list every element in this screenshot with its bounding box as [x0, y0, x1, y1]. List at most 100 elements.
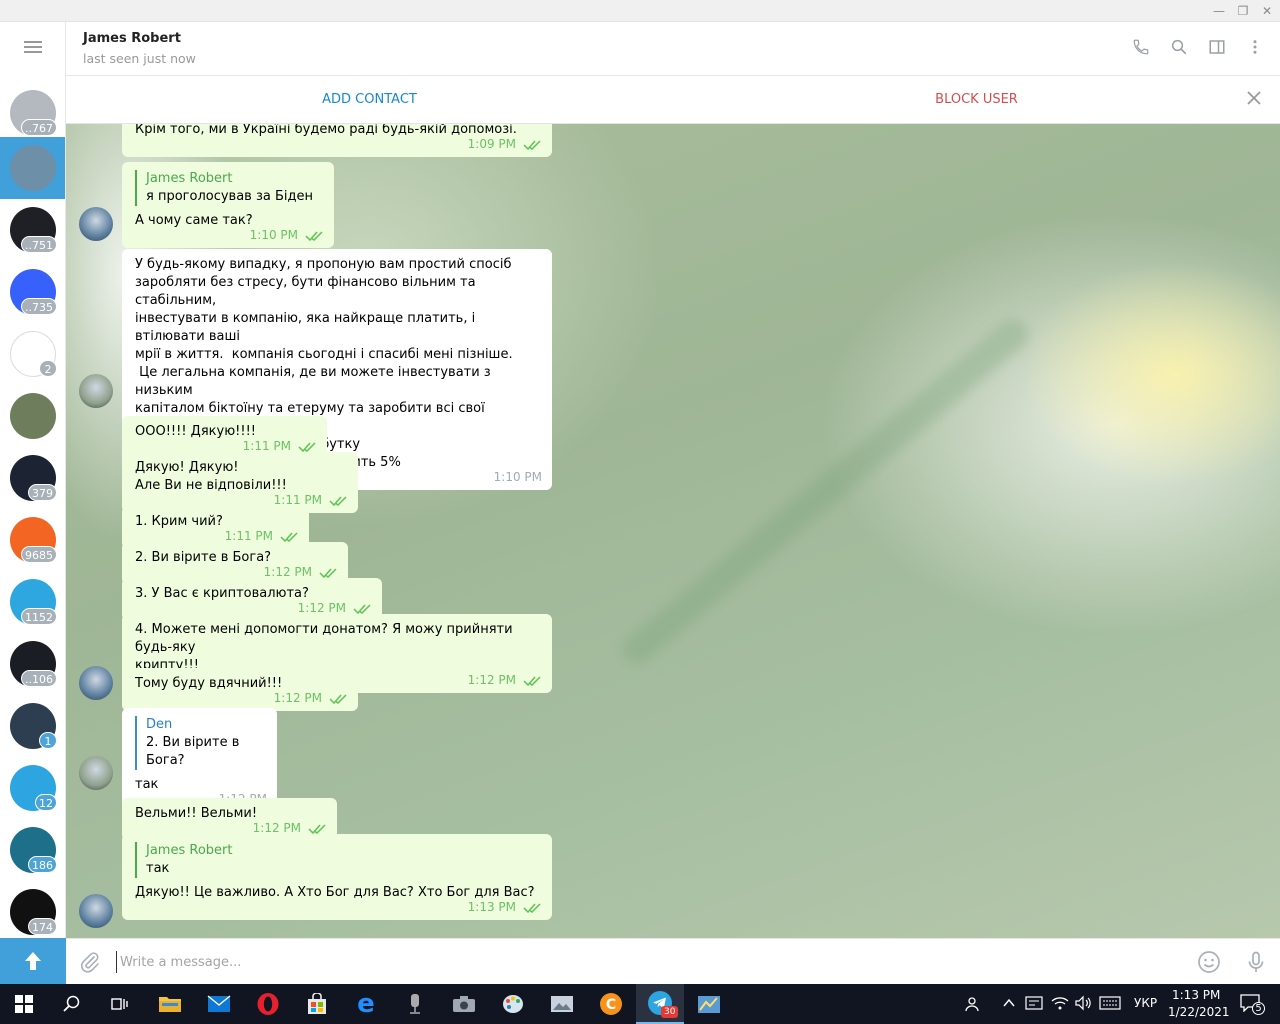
outgoing-message[interactable]: Тому буду вдячний!!! 1:12 PM	[122, 668, 358, 711]
unread-badge: 174	[28, 918, 57, 935]
unread-badge: ..767	[21, 119, 57, 136]
block-user-button[interactable]: BLOCK USER	[673, 76, 1280, 124]
volume-icon[interactable]	[1074, 995, 1092, 1015]
phone-icon[interactable]	[1130, 38, 1152, 60]
sender-avatar[interactable]	[79, 374, 113, 408]
message-text: 4. Можете мені допомогти донатом? Я можу…	[135, 622, 513, 673]
chat-list-item-blue-g[interactable]: 1152	[0, 571, 65, 633]
chat-list-item-pro-blockchain[interactable]: 186	[0, 819, 65, 881]
crypto-app-icon[interactable]: C	[587, 984, 635, 1024]
mail-icon[interactable]	[195, 984, 243, 1024]
read-checkmarks-icon	[523, 139, 543, 151]
search-taskbar-icon[interactable]	[48, 984, 96, 1024]
microphone-icon[interactable]	[1244, 950, 1268, 974]
clock-time[interactable]: 1:13 PM	[1172, 988, 1220, 1002]
windows-taskbar: e C 30 УКР 1:13 PM 1/22/2021 5	[0, 984, 1280, 1024]
peer-name[interactable]: James Robert	[83, 31, 181, 46]
background-flower-stem	[616, 313, 1034, 671]
scroll-to-top-button[interactable]	[0, 938, 66, 984]
restore-button[interactable]: ❐	[1232, 2, 1254, 20]
sender-avatar[interactable]	[79, 894, 113, 928]
read-checkmarks-icon	[305, 230, 325, 242]
outgoing-message[interactable]: Дякую! Дякую! Але Ви не відповіли!!! 1:11…	[122, 452, 358, 513]
reply-quote[interactable]: James Robert я проголосував за Біден	[135, 170, 322, 206]
chat-list-item-blue-squares[interactable]: 379	[0, 447, 65, 509]
read-checkmarks-icon	[329, 693, 349, 705]
close-icon[interactable]	[1244, 89, 1264, 109]
hamburger-menu-icon[interactable]	[18, 38, 48, 58]
photos-app-icon[interactable]	[538, 984, 586, 1024]
message-input[interactable]	[116, 951, 816, 973]
chat-list-item-chart-dark[interactable]: ..106	[0, 633, 65, 695]
message-composer	[66, 938, 1280, 984]
sender-avatar[interactable]	[79, 207, 113, 241]
incoming-message[interactable]: Den2. Ви вірите в Бога?так1:12 PM	[122, 708, 277, 812]
chat-list-item-coins[interactable]: 1	[0, 695, 65, 757]
microphone-app-icon[interactable]	[391, 984, 439, 1024]
peer-status: last seen just now	[83, 51, 196, 66]
task-view-icon[interactable]	[96, 984, 144, 1024]
message-history[interactable]: Крім того, ми в Україні будемо раді будь…	[66, 124, 1280, 938]
keyboard-icon[interactable]	[1099, 996, 1121, 1014]
telegram-taskbar-icon[interactable]: 30	[636, 984, 684, 1024]
unread-badge: ..106	[21, 670, 57, 687]
reply-author: Den	[146, 717, 173, 732]
language-indicator[interactable]: УКР	[1134, 996, 1157, 1010]
people-icon[interactable]	[965, 995, 983, 1013]
store-icon[interactable]	[293, 984, 341, 1024]
add-contact-button[interactable]: ADD CONTACT	[66, 76, 673, 124]
chat-list-rail: ..767 ..751 ..735 2 379 9685 1152 ..106 1 12 186 17…	[0, 22, 66, 938]
chat-list-item-binance[interactable]: ..751	[0, 199, 65, 261]
paperclip-icon[interactable]	[78, 950, 102, 974]
chat-list-item-james-robert[interactable]	[0, 137, 65, 199]
chat-list-item-orange-rocket[interactable]: 9685	[0, 509, 65, 571]
chat-list-item-archive[interactable]: ..767	[0, 82, 65, 144]
unread-badge: 9685	[21, 546, 57, 563]
action-center-icon[interactable]: 5	[1240, 994, 1265, 1015]
emoji-icon[interactable]	[1197, 950, 1221, 974]
arrow-up-icon	[25, 952, 41, 970]
minimize-button[interactable]: —	[1208, 2, 1230, 20]
chat-list-item-bitcoin-b[interactable]: 2	[0, 323, 65, 385]
message-time: 1:13 PM	[467, 900, 516, 914]
input-method-icon[interactable]	[1025, 995, 1043, 1014]
reply-text: я проголосував за Біден	[146, 189, 313, 204]
edge-browser-icon[interactable]: e	[342, 984, 390, 1024]
james-robert-avatar	[10, 145, 56, 191]
message-time: 1:12 PM	[467, 673, 516, 687]
chat-list-item-battle-of-traders[interactable]: 174	[0, 881, 65, 938]
reply-quote[interactable]: Den 2. Ви вірите в Бога?	[135, 716, 265, 770]
unread-badge: 379	[28, 484, 57, 501]
close-window-button[interactable]: ✕	[1256, 2, 1278, 20]
camera-icon[interactable]	[440, 984, 488, 1024]
outgoing-message[interactable]: James Robert я проголосував за Біден А чом…	[122, 162, 334, 248]
opera-browser-icon[interactable]	[244, 984, 292, 1024]
read-checkmarks-icon	[329, 495, 349, 507]
start-windows-icon[interactable]	[0, 984, 48, 1024]
clock-date[interactable]: 1/22/2021	[1168, 1005, 1230, 1019]
file-explorer-icon[interactable]	[146, 984, 194, 1024]
sidebar-toggle-icon[interactable]	[1206, 38, 1228, 60]
reply-text: 2. Ви вірите в Бога?	[146, 735, 240, 768]
reply-text: так	[146, 861, 170, 876]
new-contact-action-bar: ADD CONTACT BLOCK USER	[66, 76, 1280, 124]
mountain-man-avatar	[10, 393, 56, 439]
sender-avatar[interactable]	[79, 756, 113, 790]
telegram-taskbar-badge: 30	[661, 1006, 679, 1018]
read-checkmarks-icon	[523, 902, 543, 914]
outgoing-message[interactable]: James Robert так Дякую!! Це важливо. А Хто…	[122, 834, 552, 920]
chat-list-item-telegram[interactable]: 12	[0, 757, 65, 819]
chat-list-item-mountain-man[interactable]	[0, 385, 65, 447]
more-options-icon[interactable]	[1244, 38, 1266, 60]
paint-icon[interactable]	[489, 984, 537, 1024]
wifi-icon[interactable]	[1051, 995, 1069, 1015]
message-time: 1:09 PM	[467, 137, 516, 151]
sender-avatar[interactable]	[79, 666, 113, 700]
chart-app-icon[interactable]	[685, 984, 733, 1024]
show-hidden-icons-chevron[interactable]	[1003, 997, 1015, 1011]
unread-badge: ..735	[21, 298, 57, 315]
outgoing-message[interactable]: Крім того, ми в Україні будемо раді будь…	[122, 124, 552, 157]
chat-list-item-coinmarketcap[interactable]: ..735	[0, 261, 65, 323]
reply-quote[interactable]: James Robert так	[135, 842, 540, 878]
search-icon[interactable]	[1168, 38, 1190, 60]
